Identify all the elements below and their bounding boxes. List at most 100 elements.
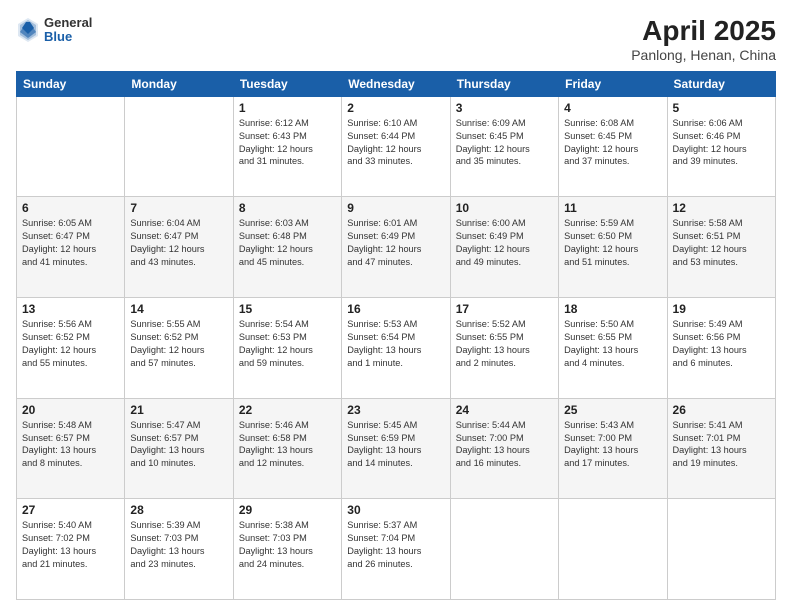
logo-icon bbox=[16, 16, 40, 44]
calendar-cell: 10 Sunrise: 6:00 AM Sunset: 6:49 PM Dayli… bbox=[450, 197, 558, 298]
day-number: 4 bbox=[564, 101, 661, 115]
day-number: 12 bbox=[673, 201, 770, 215]
calendar-cell bbox=[17, 96, 125, 197]
day-number: 28 bbox=[130, 503, 227, 517]
calendar-cell: 30 Sunrise: 5:37 AM Sunset: 7:04 PM Dayli… bbox=[342, 499, 450, 600]
calendar-cell: 5 Sunrise: 6:06 AM Sunset: 6:46 PM Daylig… bbox=[667, 96, 775, 197]
calendar-cell: 20 Sunrise: 5:48 AM Sunset: 6:57 PM Dayli… bbox=[17, 398, 125, 499]
day-info: Sunrise: 6:01 AM Sunset: 6:49 PM Dayligh… bbox=[347, 217, 444, 269]
header: General Blue April 2025 Panlong, Henan, … bbox=[16, 16, 776, 63]
day-number: 18 bbox=[564, 302, 661, 316]
day-info: Sunrise: 6:05 AM Sunset: 6:47 PM Dayligh… bbox=[22, 217, 119, 269]
day-number: 29 bbox=[239, 503, 336, 517]
logo-general: General bbox=[44, 16, 92, 30]
calendar-cell: 24 Sunrise: 5:44 AM Sunset: 7:00 PM Dayli… bbox=[450, 398, 558, 499]
page: General Blue April 2025 Panlong, Henan, … bbox=[0, 0, 792, 612]
calendar-table: SundayMondayTuesdayWednesdayThursdayFrid… bbox=[16, 71, 776, 600]
day-info: Sunrise: 5:43 AM Sunset: 7:00 PM Dayligh… bbox=[564, 419, 661, 471]
day-number: 21 bbox=[130, 403, 227, 417]
calendar-cell: 13 Sunrise: 5:56 AM Sunset: 6:52 PM Dayli… bbox=[17, 298, 125, 399]
calendar-cell bbox=[125, 96, 233, 197]
day-info: Sunrise: 5:38 AM Sunset: 7:03 PM Dayligh… bbox=[239, 519, 336, 571]
day-number: 17 bbox=[456, 302, 553, 316]
calendar-week-3: 13 Sunrise: 5:56 AM Sunset: 6:52 PM Dayli… bbox=[17, 298, 776, 399]
calendar-cell: 8Sunrise: 6:03 AM Sunset: 6:48 PM Daylig… bbox=[233, 197, 341, 298]
calendar-cell: 15Sunrise: 5:54 AM Sunset: 6:53 PM Dayli… bbox=[233, 298, 341, 399]
calendar-header-saturday: Saturday bbox=[667, 71, 775, 96]
day-info: Sunrise: 5:52 AM Sunset: 6:55 PM Dayligh… bbox=[456, 318, 553, 370]
day-number: 11 bbox=[564, 201, 661, 215]
day-info: Sunrise: 5:46 AM Sunset: 6:58 PM Dayligh… bbox=[239, 419, 336, 471]
day-info: Sunrise: 5:59 AM Sunset: 6:50 PM Dayligh… bbox=[564, 217, 661, 269]
calendar-cell: 16 Sunrise: 5:53 AM Sunset: 6:54 PM Dayli… bbox=[342, 298, 450, 399]
calendar-cell: 9 Sunrise: 6:01 AM Sunset: 6:49 PM Daylig… bbox=[342, 197, 450, 298]
calendar-cell: 26 Sunrise: 5:41 AM Sunset: 7:01 PM Dayli… bbox=[667, 398, 775, 499]
day-info: Sunrise: 5:39 AM Sunset: 7:03 PM Dayligh… bbox=[130, 519, 227, 571]
calendar-cell: 18 Sunrise: 5:50 AM Sunset: 6:55 PM Dayli… bbox=[559, 298, 667, 399]
day-info: Sunrise: 5:37 AM Sunset: 7:04 PM Dayligh… bbox=[347, 519, 444, 571]
calendar-cell: 12Sunrise: 5:58 AM Sunset: 6:51 PM Dayli… bbox=[667, 197, 775, 298]
calendar-cell: 21 Sunrise: 5:47 AM Sunset: 6:57 PM Dayli… bbox=[125, 398, 233, 499]
day-number: 30 bbox=[347, 503, 444, 517]
day-info: Sunrise: 6:00 AM Sunset: 6:49 PM Dayligh… bbox=[456, 217, 553, 269]
calendar-cell: 17 Sunrise: 5:52 AM Sunset: 6:55 PM Dayli… bbox=[450, 298, 558, 399]
logo: General Blue bbox=[16, 16, 92, 45]
calendar-cell: 14 Sunrise: 5:55 AM Sunset: 6:52 PM Dayli… bbox=[125, 298, 233, 399]
day-number: 10 bbox=[456, 201, 553, 215]
day-number: 5 bbox=[673, 101, 770, 115]
day-info: Sunrise: 5:45 AM Sunset: 6:59 PM Dayligh… bbox=[347, 419, 444, 471]
day-info: Sunrise: 5:44 AM Sunset: 7:00 PM Dayligh… bbox=[456, 419, 553, 471]
day-info: Sunrise: 5:40 AM Sunset: 7:02 PM Dayligh… bbox=[22, 519, 119, 571]
day-info: Sunrise: 5:48 AM Sunset: 6:57 PM Dayligh… bbox=[22, 419, 119, 471]
calendar-cell bbox=[667, 499, 775, 600]
calendar-header-row: SundayMondayTuesdayWednesdayThursdayFrid… bbox=[17, 71, 776, 96]
day-number: 1 bbox=[239, 101, 336, 115]
day-number: 7 bbox=[130, 201, 227, 215]
day-number: 24 bbox=[456, 403, 553, 417]
calendar-cell: 2 Sunrise: 6:10 AM Sunset: 6:44 PM Daylig… bbox=[342, 96, 450, 197]
calendar-week-5: 27 Sunrise: 5:40 AM Sunset: 7:02 PM Dayli… bbox=[17, 499, 776, 600]
day-number: 15 bbox=[239, 302, 336, 316]
calendar-cell: 11 Sunrise: 5:59 AM Sunset: 6:50 PM Dayli… bbox=[559, 197, 667, 298]
main-title: April 2025 bbox=[631, 16, 776, 47]
calendar-header-wednesday: Wednesday bbox=[342, 71, 450, 96]
day-info: Sunrise: 6:06 AM Sunset: 6:46 PM Dayligh… bbox=[673, 117, 770, 169]
day-number: 27 bbox=[22, 503, 119, 517]
logo-blue: Blue bbox=[44, 30, 92, 44]
day-info: Sunrise: 5:41 AM Sunset: 7:01 PM Dayligh… bbox=[673, 419, 770, 471]
calendar-cell: 29 Sunrise: 5:38 AM Sunset: 7:03 PM Dayli… bbox=[233, 499, 341, 600]
day-info: Sunrise: 5:50 AM Sunset: 6:55 PM Dayligh… bbox=[564, 318, 661, 370]
day-info: Sunrise: 6:12 AM Sunset: 6:43 PM Dayligh… bbox=[239, 117, 336, 169]
calendar-header-friday: Friday bbox=[559, 71, 667, 96]
day-info: Sunrise: 6:10 AM Sunset: 6:44 PM Dayligh… bbox=[347, 117, 444, 169]
day-number: 20 bbox=[22, 403, 119, 417]
day-number: 13 bbox=[22, 302, 119, 316]
day-number: 16 bbox=[347, 302, 444, 316]
day-info: Sunrise: 5:49 AM Sunset: 6:56 PM Dayligh… bbox=[673, 318, 770, 370]
day-info: Sunrise: 6:08 AM Sunset: 6:45 PM Dayligh… bbox=[564, 117, 661, 169]
day-number: 19 bbox=[673, 302, 770, 316]
day-info: Sunrise: 5:47 AM Sunset: 6:57 PM Dayligh… bbox=[130, 419, 227, 471]
day-number: 6 bbox=[22, 201, 119, 215]
day-info: Sunrise: 5:55 AM Sunset: 6:52 PM Dayligh… bbox=[130, 318, 227, 370]
day-info: Sunrise: 5:53 AM Sunset: 6:54 PM Dayligh… bbox=[347, 318, 444, 370]
title-block: April 2025 Panlong, Henan, China bbox=[631, 16, 776, 63]
day-info: Sunrise: 5:56 AM Sunset: 6:52 PM Dayligh… bbox=[22, 318, 119, 370]
day-info: Sunrise: 6:03 AM Sunset: 6:48 PM Dayligh… bbox=[239, 217, 336, 269]
calendar-header-sunday: Sunday bbox=[17, 71, 125, 96]
calendar-cell: 25Sunrise: 5:43 AM Sunset: 7:00 PM Dayli… bbox=[559, 398, 667, 499]
day-number: 26 bbox=[673, 403, 770, 417]
calendar-week-1: 1 Sunrise: 6:12 AM Sunset: 6:43 PM Daylig… bbox=[17, 96, 776, 197]
calendar-cell: 6 Sunrise: 6:05 AM Sunset: 6:47 PM Daylig… bbox=[17, 197, 125, 298]
calendar-cell: 4 Sunrise: 6:08 AM Sunset: 6:45 PM Daylig… bbox=[559, 96, 667, 197]
calendar-cell: 1 Sunrise: 6:12 AM Sunset: 6:43 PM Daylig… bbox=[233, 96, 341, 197]
calendar-week-4: 20 Sunrise: 5:48 AM Sunset: 6:57 PM Dayli… bbox=[17, 398, 776, 499]
day-number: 14 bbox=[130, 302, 227, 316]
day-number: 2 bbox=[347, 101, 444, 115]
subtitle: Panlong, Henan, China bbox=[631, 47, 776, 63]
calendar-cell: 19 Sunrise: 5:49 AM Sunset: 6:56 PM Dayli… bbox=[667, 298, 775, 399]
calendar-header-tuesday: Tuesday bbox=[233, 71, 341, 96]
calendar-cell: 22Sunrise: 5:46 AM Sunset: 6:58 PM Dayli… bbox=[233, 398, 341, 499]
day-number: 9 bbox=[347, 201, 444, 215]
calendar-header-monday: Monday bbox=[125, 71, 233, 96]
